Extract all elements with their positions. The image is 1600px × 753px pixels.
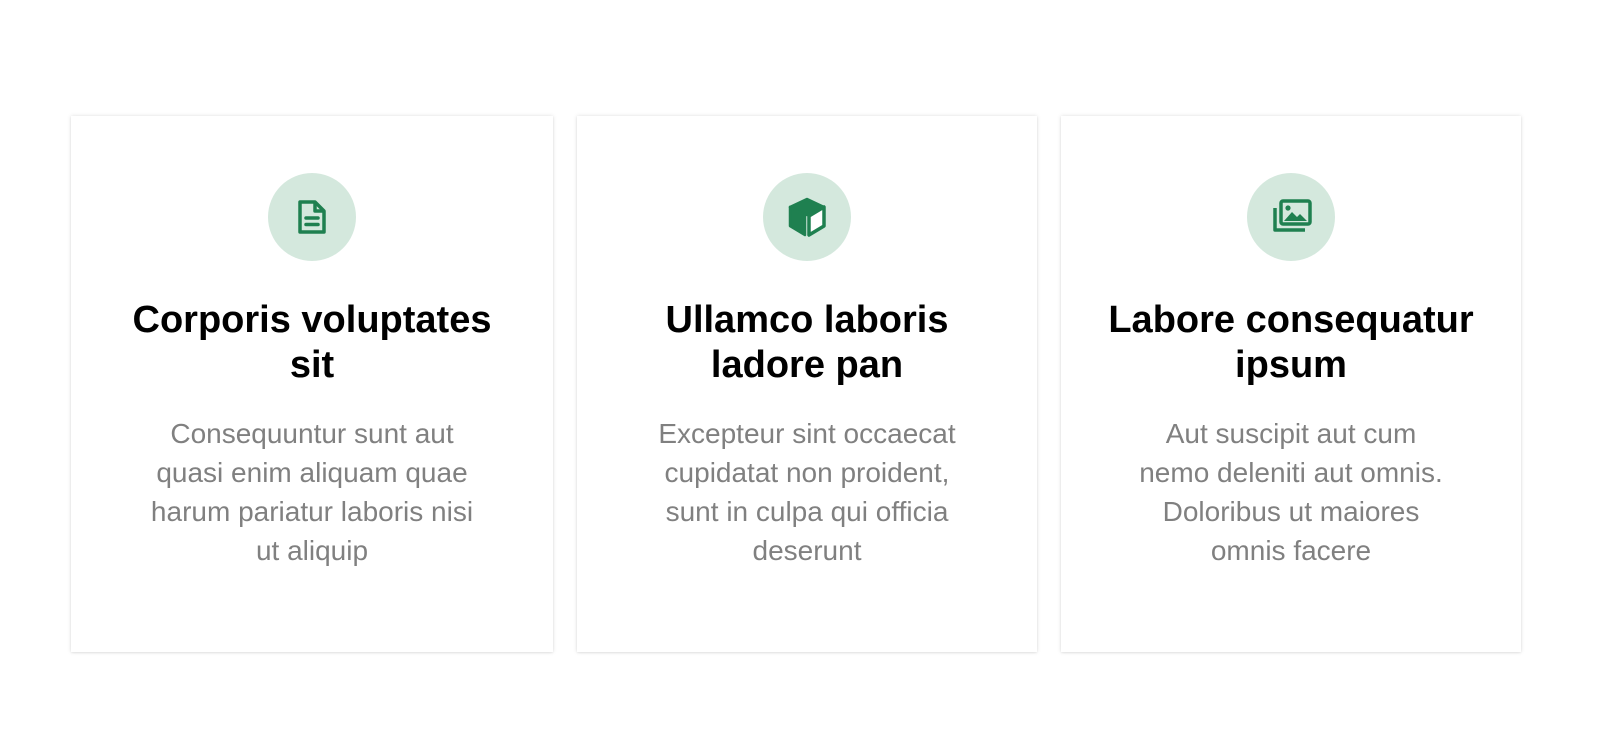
icon-badge <box>1247 173 1335 261</box>
card-description: Consequuntur sunt aut quasi enim aliquam… <box>137 414 487 570</box>
card-title: Labore consequatur ipsum <box>1091 298 1491 388</box>
card-text-line: quasi enim aliquam quae <box>156 457 468 488</box>
card-title-line: sit <box>289 344 335 386</box>
card-text-line: cupidatat non proident, <box>664 457 950 488</box>
card-description: Aut suscipit aut cum nemo deleniti aut o… <box>1116 414 1466 570</box>
card-title: Corporis voluptates sit <box>112 298 512 388</box>
icon-badge <box>268 173 356 261</box>
feature-card: Ullamco laboris ladore pan Excepteur sin… <box>577 116 1037 652</box>
card-title-line: Ullamco laboris <box>665 299 949 341</box>
card-text-line: Doloribus ut maiores <box>1162 496 1420 527</box>
features-section: Corporis voluptates sit Consequuntur sun… <box>0 116 1600 652</box>
feature-card: Labore consequatur ipsum Aut suscipit au… <box>1061 116 1521 652</box>
card-text-line: ut aliquip <box>255 535 369 566</box>
card-text-line: nemo deleniti aut omnis. <box>1139 457 1443 488</box>
card-title-line: Labore consequatur <box>1108 299 1474 341</box>
card-title-line: Corporis voluptates <box>132 299 492 341</box>
card-text-line: Excepteur sint occaecat <box>658 418 956 449</box>
card-title-line: ladore pan <box>710 344 904 386</box>
icon-badge <box>763 173 851 261</box>
card-text-line: harum pariatur laboris nisi <box>150 496 474 527</box>
card-description: Excepteur sint occaecat cupidatat non pr… <box>632 414 982 570</box>
card-title: Ullamco laboris ladore pan <box>607 298 1007 388</box>
card-text-line: sunt in culpa qui officia <box>665 496 949 527</box>
card-text-line: omnis facere <box>1210 535 1372 566</box>
feature-card: Corporis voluptates sit Consequuntur sun… <box>71 116 553 652</box>
box-icon <box>788 197 826 237</box>
card-text-line: Consequuntur sunt aut <box>170 418 454 449</box>
document-icon <box>298 200 326 234</box>
card-text-line: deserunt <box>752 535 862 566</box>
images-icon <box>1273 199 1312 232</box>
card-title-line: ipsum <box>1235 344 1347 386</box>
card-text-line: Aut suscipit aut cum <box>1165 418 1417 449</box>
